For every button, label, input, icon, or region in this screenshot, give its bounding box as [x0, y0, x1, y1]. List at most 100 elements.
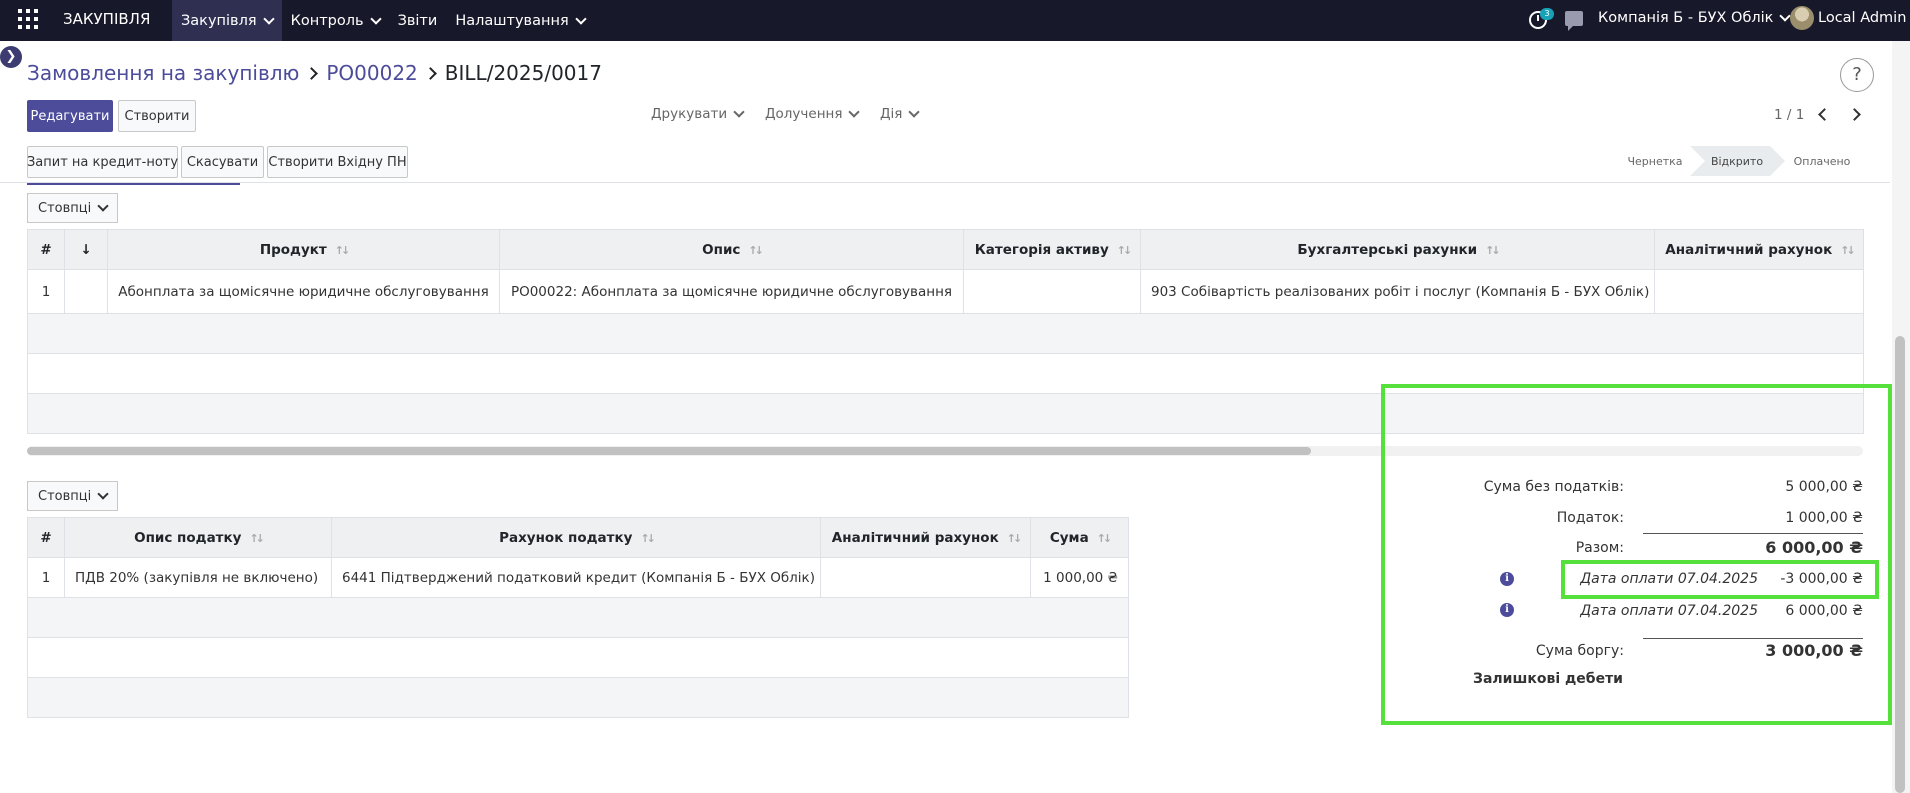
col-header-account[interactable]: Бухгалтерські рахунки ↑↓: [1140, 229, 1655, 270]
tax-cell-amount[interactable]: 1 000,00 ₴: [1030, 557, 1129, 598]
cell-analytic[interactable]: [1654, 269, 1864, 314]
col-header-num: #: [27, 229, 65, 270]
col-header-description[interactable]: Опис ↑↓: [499, 229, 964, 270]
menu-control[interactable]: Контроль: [282, 0, 389, 41]
attach-label: Долучення: [765, 106, 843, 122]
main-menu: Закупівля Контроль Звіти Налаштування: [172, 0, 594, 41]
active-tab-indicator: [27, 183, 240, 185]
tax-col-header-account-label: Рахунок податку: [499, 529, 633, 546]
control-panel-divider: [0, 182, 1890, 183]
table-row[interactable]: 1 Абонплата за щомісячне юридичне обслуг…: [27, 269, 1864, 314]
tax-cell-account[interactable]: 6441 Підтверджений податковий кредит (Ко…: [331, 557, 821, 598]
breadcrumb-order[interactable]: PO00022: [326, 61, 417, 85]
chevron-right-icon: [305, 66, 319, 80]
stage-draft[interactable]: Чернетка: [1620, 146, 1690, 176]
cell-product[interactable]: Абонплата за щомісячне юридичне обслугов…: [107, 269, 500, 314]
empty-row: [27, 313, 1864, 354]
highlight-box: [1381, 384, 1892, 725]
col-header-description-label: Опис: [702, 241, 741, 258]
cell-num: 1: [27, 269, 65, 314]
tax-col-header-amount-label: Сума: [1049, 529, 1089, 546]
menu-reports[interactable]: Звіти: [389, 0, 447, 41]
cell-description[interactable]: PO00022: Абонплата за щомісячне юридичне…: [499, 269, 964, 314]
chevron-down-icon: [369, 12, 382, 25]
cell-asset-category[interactable]: [963, 269, 1141, 314]
tax-col-header-analytic[interactable]: Аналітичний рахунок ↑↓: [820, 517, 1031, 558]
cell-account[interactable]: 903 Собівартість реалізованих робіт і по…: [1140, 269, 1655, 314]
tax-col-header-analytic-label: Аналітичний рахунок: [831, 529, 999, 546]
col-header-asset-category-label: Категорія активу: [974, 241, 1109, 258]
col-header-analytic[interactable]: Аналітичний рахунок ↑↓: [1654, 229, 1864, 270]
columns-button[interactable]: Стовпці: [27, 193, 119, 223]
menu-purchase-label: Закупівля: [181, 12, 257, 29]
vertical-scrollbar-thumb[interactable]: [1895, 336, 1905, 793]
tax-cell-analytic[interactable]: [820, 557, 1031, 598]
highlight-box-payment: [1561, 560, 1879, 599]
breadcrumb-purchase-orders[interactable]: Замовлення на закупівлю: [27, 61, 299, 85]
cancel-button[interactable]: Скасувати: [181, 146, 264, 178]
action-label: Дія: [880, 106, 903, 122]
horizontal-scrollbar-thumb[interactable]: [27, 447, 1311, 455]
credit-note-button[interactable]: Запит на кредит-ноту: [27, 146, 178, 178]
app-name[interactable]: ЗАКУПІВЛЯ: [63, 10, 150, 28]
col-header-analytic-label: Аналітичний рахунок: [1665, 241, 1833, 258]
tax-columns-label: Стовпці: [38, 488, 92, 504]
tax-table: # Опис податку ↑↓ Рахунок податку ↑↓ Аналі…: [27, 517, 1129, 718]
menu-settings-label: Налаштування: [455, 12, 569, 29]
menu-reports-label: Звіти: [397, 12, 438, 29]
chat-icon[interactable]: [1565, 11, 1583, 31]
chevron-down-icon: [733, 106, 745, 118]
table-row[interactable]: 1 ПДВ 20% (закупівля не включено) 6441 П…: [27, 557, 1129, 598]
chevron-down-icon: [848, 106, 861, 118]
tax-col-header-num: #: [27, 517, 65, 558]
attach-dropdown[interactable]: Долучення: [765, 106, 861, 122]
tax-col-header-description-label: Опис податку: [134, 529, 242, 546]
chevron-down-icon: [97, 200, 109, 212]
print-dropdown[interactable]: Друкувати: [651, 106, 745, 122]
action-dropdown[interactable]: Дія: [880, 106, 921, 122]
tax-columns-button[interactable]: Стовпці: [27, 481, 119, 511]
company-name: Компанія Б - БУХ Облік: [1598, 10, 1774, 26]
avatar[interactable]: [1790, 6, 1814, 30]
chevron-down-icon: [575, 12, 587, 25]
sidebar-toggle-icon[interactable]: ❯: [0, 46, 22, 68]
empty-row: [27, 597, 1129, 638]
sort-icon: ↑↓: [1096, 531, 1113, 545]
col-header-sequence[interactable]: ↓: [64, 229, 108, 270]
tax-col-header-amount[interactable]: Сума ↑↓: [1030, 517, 1129, 558]
apps-menu-icon[interactable]: [18, 9, 40, 31]
create-button[interactable]: Створити: [118, 100, 196, 132]
pager-next-icon[interactable]: [1848, 108, 1861, 121]
sort-icon: ↑↓: [748, 243, 764, 257]
company-switcher[interactable]: Компанія Б - БУХ Облік: [1598, 10, 1792, 26]
tax-cell-num: 1: [27, 557, 65, 598]
pager-value[interactable]: 1 / 1: [1774, 107, 1804, 123]
status-bar: Чернетка Відкрито Оплачено: [1620, 146, 1860, 176]
columns-label: Стовпці: [38, 200, 92, 216]
stage-open[interactable]: Відкрито: [1690, 146, 1785, 176]
menu-settings[interactable]: Налаштування: [446, 0, 593, 41]
stage-paid[interactable]: Оплачено: [1770, 146, 1860, 176]
sort-icon: ↑↓: [1840, 243, 1856, 257]
pager-prev-icon[interactable]: [1818, 108, 1831, 121]
chevron-down-icon: [908, 106, 921, 118]
user-menu[interactable]: Local Admin: [1818, 10, 1906, 26]
breadcrumb-current: BILL/2025/0017: [444, 61, 602, 85]
menu-purchase[interactable]: Закупівля: [172, 0, 282, 41]
create-bill-button[interactable]: Створити Вхідну ПН: [267, 146, 408, 178]
chevron-down-icon: [97, 488, 109, 500]
empty-row: [27, 677, 1129, 718]
activity-count-badge: 3: [1540, 8, 1554, 20]
col-header-asset-category[interactable]: Категорія активу ↑↓: [963, 229, 1141, 270]
empty-row: [27, 637, 1129, 678]
edit-button[interactable]: Редагувати: [27, 100, 113, 132]
chevron-right-icon: [423, 66, 437, 80]
col-header-product-label: Продукт: [259, 241, 327, 258]
tax-col-header-account[interactable]: Рахунок податку ↑↓: [331, 517, 821, 558]
col-header-product[interactable]: Продукт ↑↓: [107, 229, 500, 270]
tax-cell-description[interactable]: ПДВ 20% (закупівля не включено): [64, 557, 332, 598]
sort-icon: ↑↓: [1116, 243, 1133, 257]
sort-icon: ↑↓: [1485, 243, 1501, 257]
help-button[interactable]: ?: [1840, 58, 1874, 92]
tax-col-header-description[interactable]: Опис податку ↑↓: [64, 517, 332, 558]
